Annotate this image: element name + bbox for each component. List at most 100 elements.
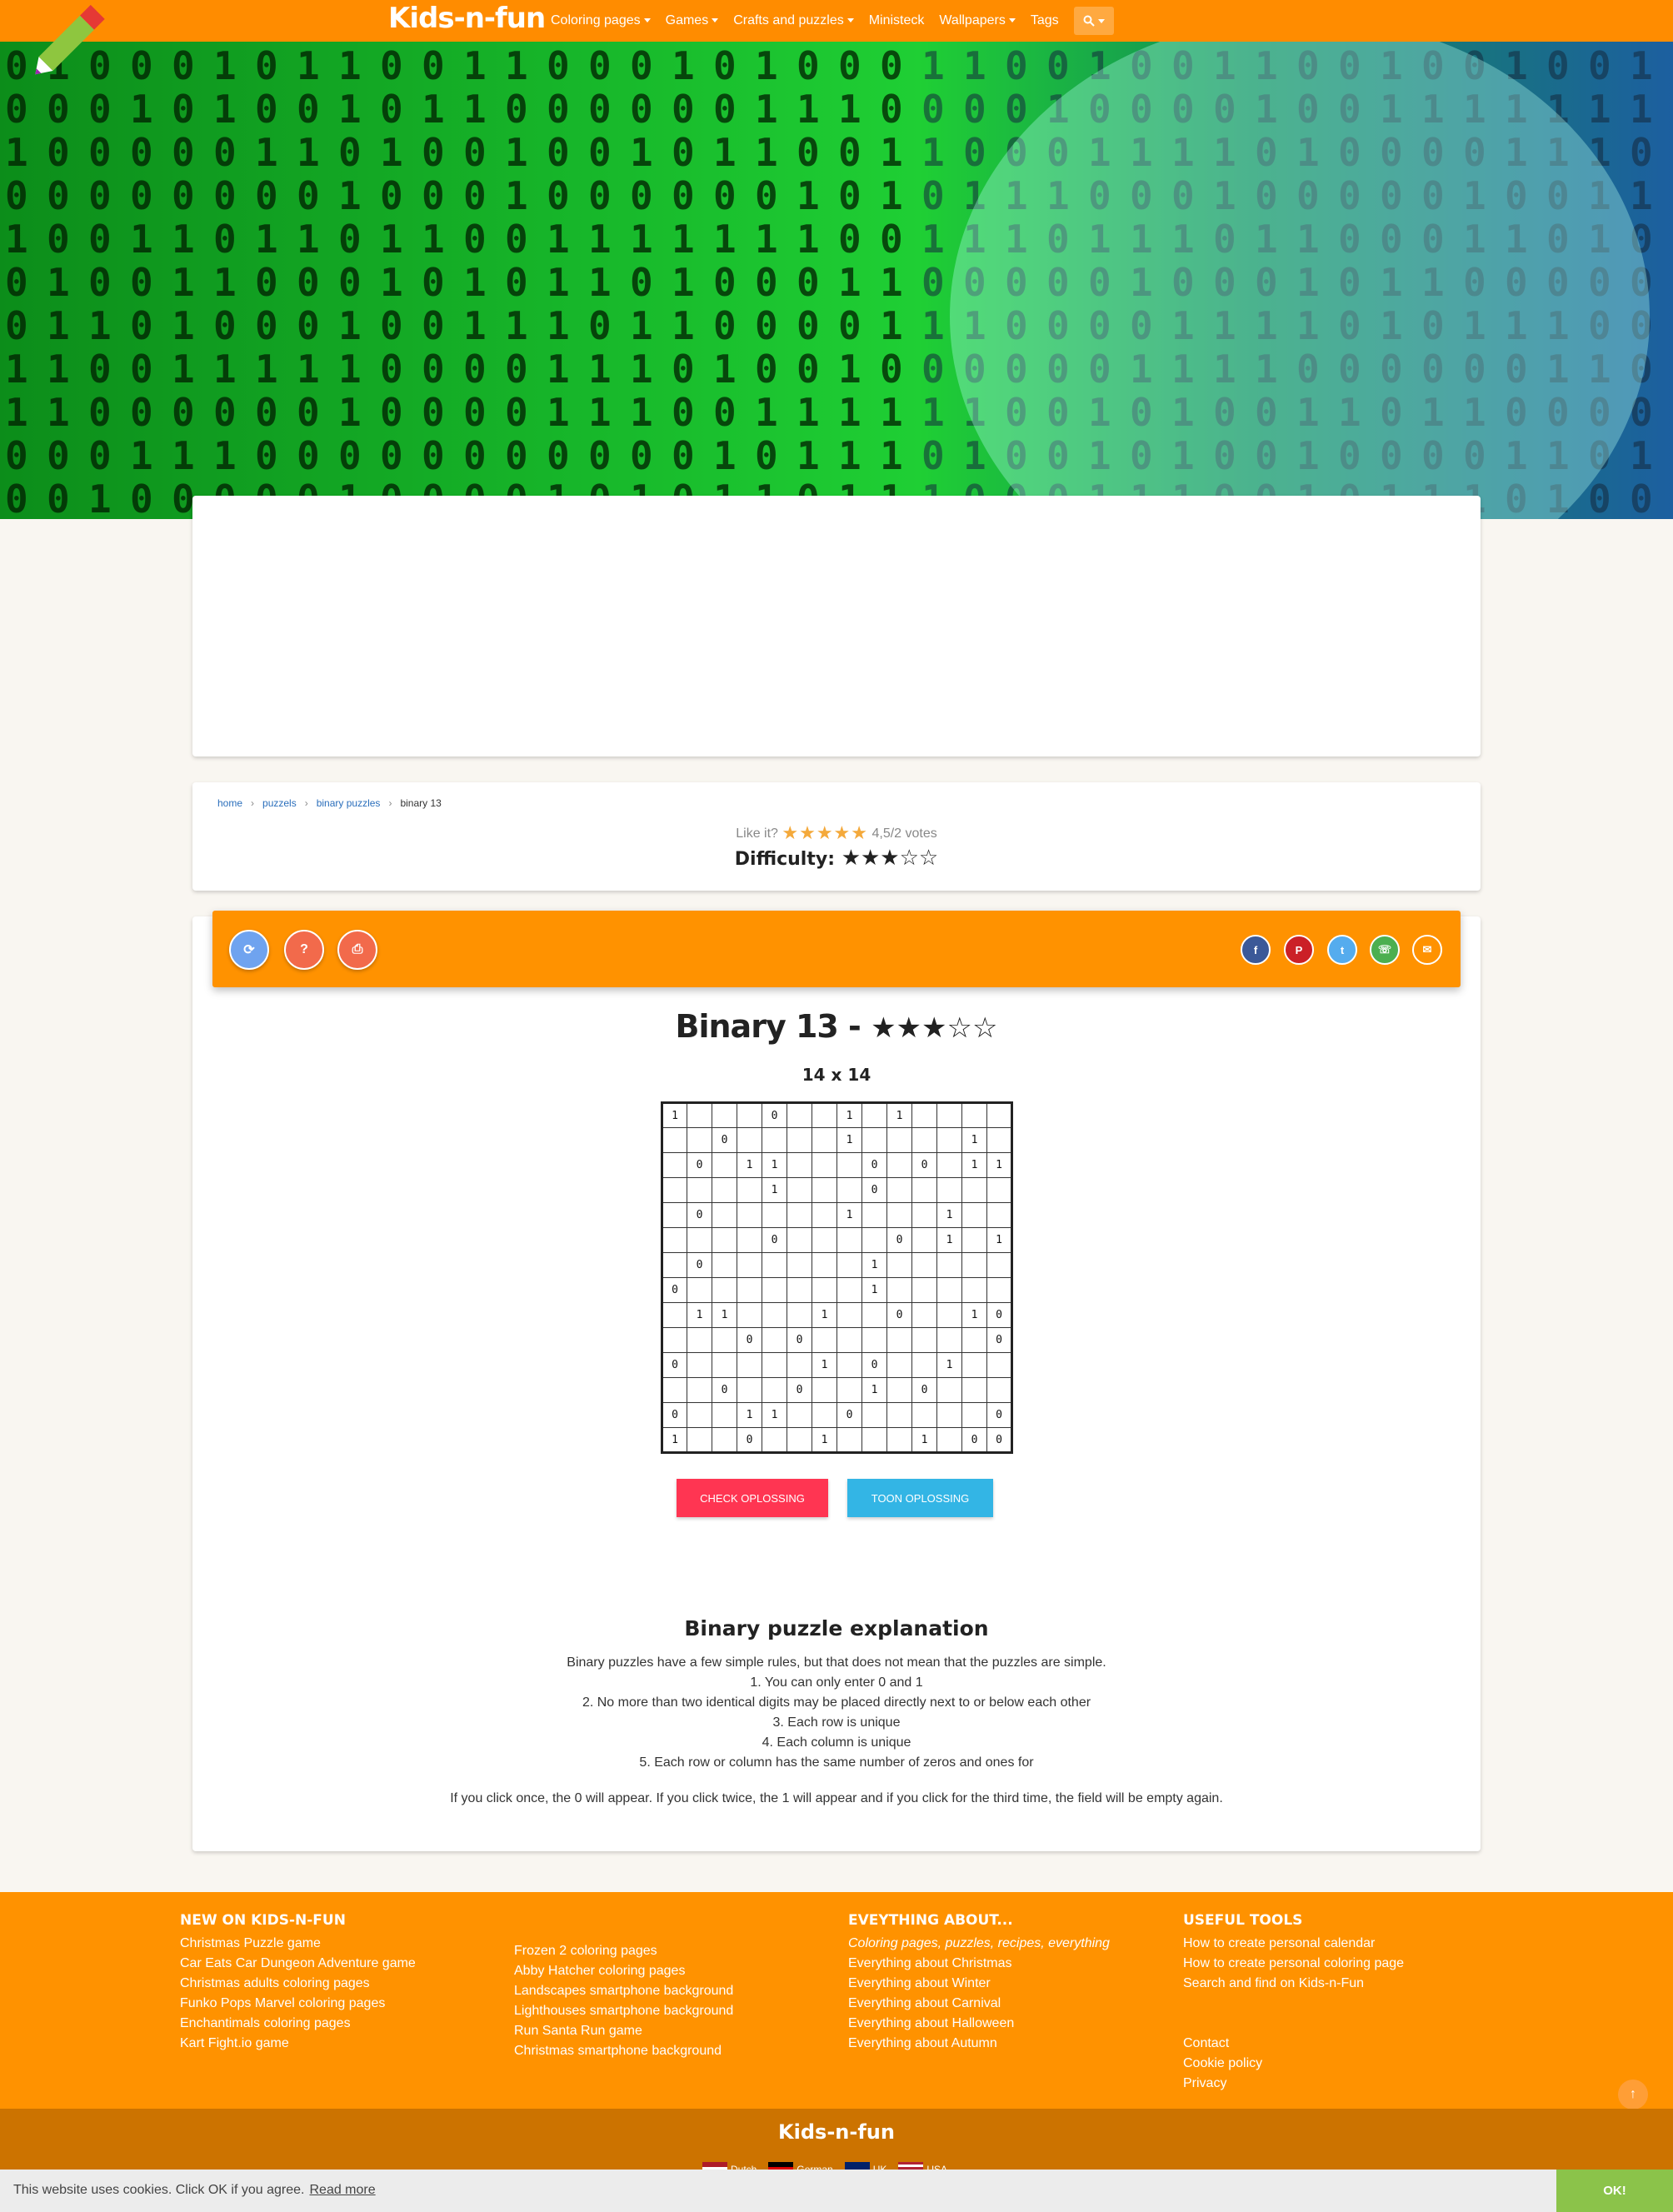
grid-cell[interactable]	[911, 1177, 937, 1203]
footer-link[interactable]: Everything about Carnival	[848, 1994, 1110, 2014]
grid-cell[interactable]	[986, 1277, 1012, 1303]
grid-cell[interactable]	[762, 1377, 787, 1403]
grid-cell[interactable]	[762, 1427, 787, 1453]
grid-cell[interactable]	[886, 1177, 912, 1203]
grid-cell[interactable]	[886, 1152, 912, 1178]
grid-cell[interactable]	[737, 1377, 762, 1403]
grid-cell[interactable]	[836, 1327, 862, 1353]
grid-cell[interactable]	[911, 1102, 937, 1128]
grid-cell[interactable]	[662, 1227, 687, 1253]
grid-cell[interactable]	[861, 1427, 887, 1453]
grid-cell[interactable]	[961, 1177, 987, 1203]
grid-cell[interactable]	[812, 1252, 837, 1278]
grid-cell[interactable]	[662, 1177, 687, 1203]
grid-cell[interactable]	[936, 1302, 962, 1328]
grid-cell[interactable]	[961, 1102, 987, 1128]
grid-cell[interactable]	[687, 1377, 712, 1403]
nav-games[interactable]: Games	[666, 13, 719, 28]
grid-cell[interactable]	[861, 1402, 887, 1428]
grid-cell[interactable]	[762, 1327, 787, 1353]
grid-cell[interactable]	[737, 1252, 762, 1278]
footer-link[interactable]: Christmas adults coloring pages	[180, 1974, 416, 1994]
cookie-read-more-link[interactable]: Read more	[309, 2183, 375, 2197]
grid-cell[interactable]	[662, 1202, 687, 1228]
grid-cell[interactable]	[787, 1352, 812, 1378]
grid-cell[interactable]	[886, 1352, 912, 1378]
grid-cell[interactable]	[961, 1227, 987, 1253]
grid-cell[interactable]	[836, 1427, 862, 1453]
grid-cell[interactable]	[961, 1352, 987, 1378]
grid-cell[interactable]	[737, 1227, 762, 1253]
grid-cell[interactable]	[812, 1327, 837, 1353]
grid-cell[interactable]	[836, 1227, 862, 1253]
grid-cell[interactable]	[911, 1252, 937, 1278]
grid-cell[interactable]	[787, 1127, 812, 1153]
grid-cell[interactable]	[787, 1427, 812, 1453]
footer-link[interactable]: How to create personal coloring page	[1183, 1954, 1404, 1974]
grid-cell[interactable]	[986, 1352, 1012, 1378]
grid-cell[interactable]	[687, 1427, 712, 1453]
grid-cell[interactable]	[712, 1152, 737, 1178]
grid-cell[interactable]	[662, 1302, 687, 1328]
nav-crafts-puzzles[interactable]: Crafts and puzzles	[733, 13, 854, 28]
grid-cell[interactable]	[687, 1127, 712, 1153]
nav-tags[interactable]: Tags	[1031, 13, 1059, 28]
grid-cell[interactable]	[812, 1277, 837, 1303]
footer-link[interactable]: How to create personal calendar	[1183, 1934, 1404, 1954]
grid-cell[interactable]	[836, 1177, 862, 1203]
site-brand[interactable]: Kids-n-fun	[388, 2, 546, 35]
grid-cell[interactable]	[911, 1402, 937, 1428]
grid-cell[interactable]	[861, 1127, 887, 1153]
grid-cell[interactable]	[911, 1352, 937, 1378]
grid-cell[interactable]	[911, 1127, 937, 1153]
footer-link[interactable]: Everything about Halloween	[848, 2014, 1110, 2034]
grid-cell[interactable]	[886, 1277, 912, 1303]
grid-cell[interactable]	[787, 1277, 812, 1303]
grid-cell[interactable]	[936, 1252, 962, 1278]
grid-cell[interactable]	[936, 1152, 962, 1178]
footer-link[interactable]: Run Santa Run game	[514, 2021, 733, 2041]
grid-cell[interactable]	[787, 1202, 812, 1228]
grid-cell[interactable]	[712, 1202, 737, 1228]
grid-cell[interactable]	[812, 1377, 837, 1403]
breadcrumb-puzzels[interactable]: puzzels	[262, 797, 297, 809]
grid-cell[interactable]	[961, 1252, 987, 1278]
grid-cell[interactable]	[936, 1177, 962, 1203]
grid-cell[interactable]	[911, 1302, 937, 1328]
footer-link[interactable]: Everything about Autumn	[848, 2034, 1110, 2054]
footer-link[interactable]: Everything about Winter	[848, 1974, 1110, 1994]
footer-link[interactable]: Search and find on Kids-n-Fun	[1183, 1974, 1404, 1994]
grid-cell[interactable]	[961, 1377, 987, 1403]
grid-cell[interactable]	[662, 1377, 687, 1403]
grid-cell[interactable]	[737, 1302, 762, 1328]
cookie-ok-button[interactable]: OK!	[1556, 2170, 1673, 2212]
grid-cell[interactable]	[687, 1352, 712, 1378]
show-solution-button[interactable]: TOON OPLOSSING	[847, 1479, 993, 1517]
grid-cell[interactable]	[712, 1402, 737, 1428]
grid-cell[interactable]	[787, 1152, 812, 1178]
grid-cell[interactable]	[936, 1327, 962, 1353]
nav-coloring-pages[interactable]: Coloring pages	[551, 13, 651, 28]
grid-cell[interactable]	[662, 1252, 687, 1278]
grid-cell[interactable]	[936, 1277, 962, 1303]
grid-cell[interactable]	[936, 1102, 962, 1128]
grid-cell[interactable]	[712, 1227, 737, 1253]
nav-ministeck[interactable]: Ministeck	[869, 13, 925, 28]
share-pinterest-button[interactable]: P	[1284, 935, 1314, 965]
grid-cell[interactable]	[886, 1127, 912, 1153]
grid-cell[interactable]	[986, 1102, 1012, 1128]
grid-cell[interactable]	[886, 1377, 912, 1403]
grid-cell[interactable]	[737, 1177, 762, 1203]
footer-link[interactable]: Frozen 2 coloring pages	[514, 1941, 733, 1961]
grid-cell[interactable]	[886, 1402, 912, 1428]
check-solution-button[interactable]: CHECK OPLOSSING	[677, 1479, 828, 1517]
footer-link[interactable]: Car Eats Car Dungeon Adventure game	[180, 1954, 416, 1974]
grid-cell[interactable]	[737, 1202, 762, 1228]
logo-pencil-icon[interactable]	[20, 0, 120, 87]
grid-cell[interactable]	[936, 1377, 962, 1403]
refresh-button[interactable]: ⟳	[229, 930, 269, 970]
footer-link[interactable]: Privacy	[1183, 2074, 1404, 2094]
grid-cell[interactable]	[812, 1227, 837, 1253]
share-email-button[interactable]: ✉	[1412, 935, 1442, 965]
grid-cell[interactable]	[712, 1352, 737, 1378]
